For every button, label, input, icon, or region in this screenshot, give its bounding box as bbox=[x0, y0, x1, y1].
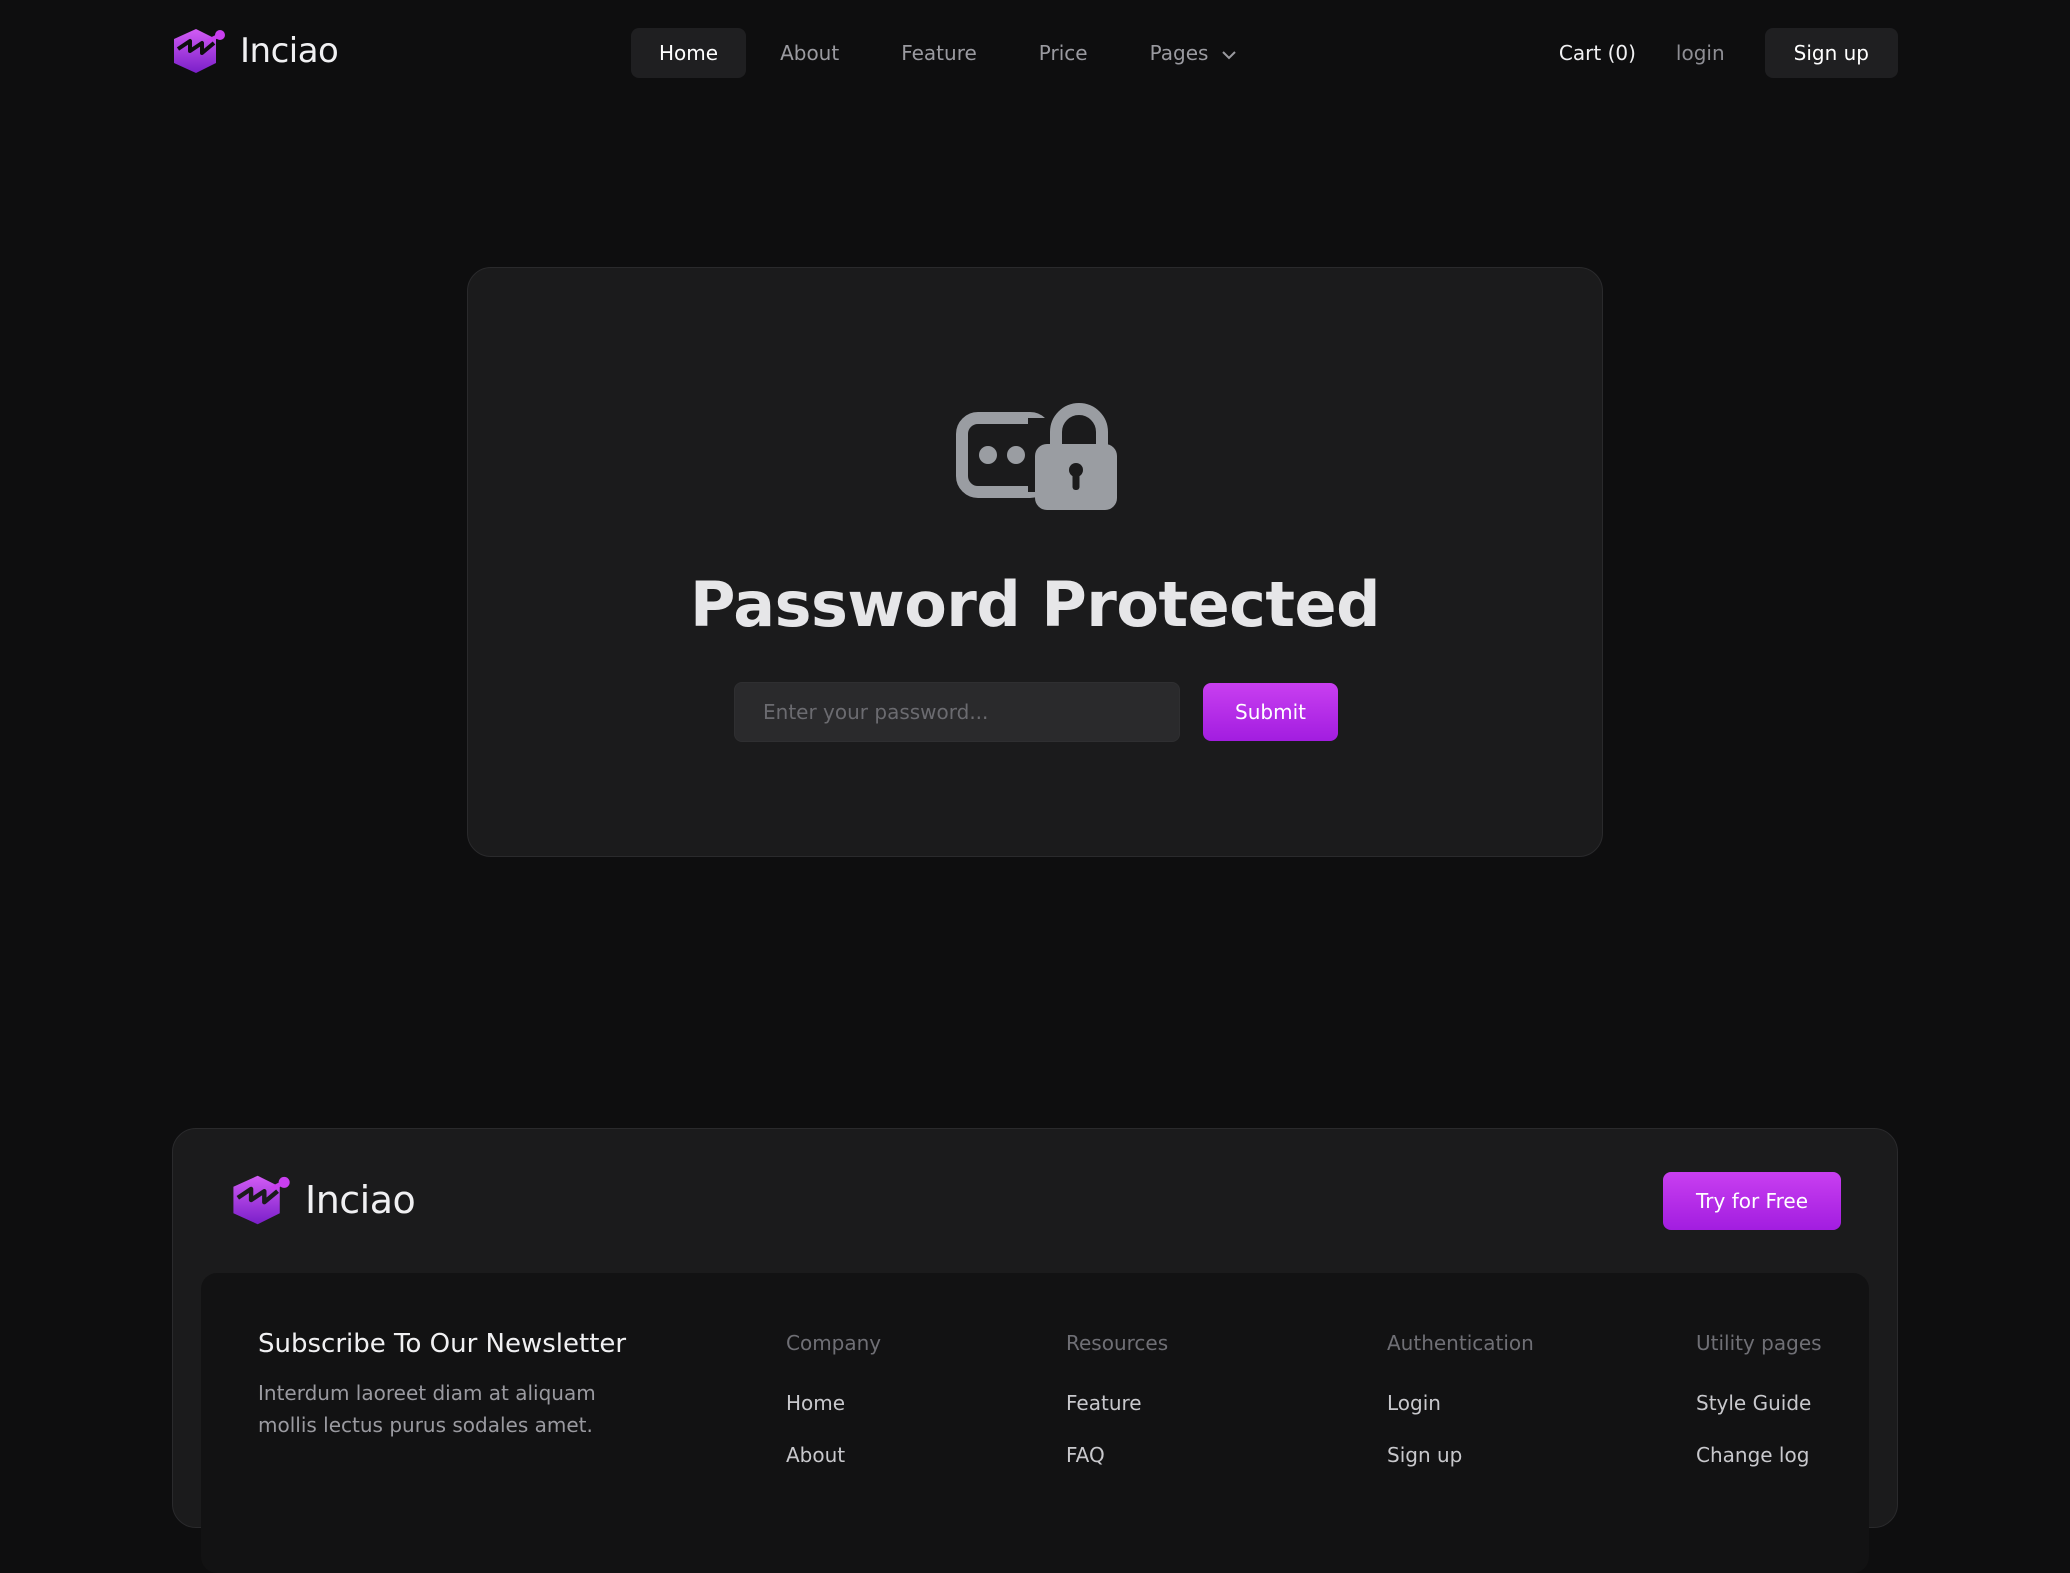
footer-column-company: Company Home About bbox=[786, 1331, 881, 1467]
password-input[interactable] bbox=[734, 682, 1180, 742]
site-footer: Inciao Try for Free Subscribe To Our New… bbox=[172, 1128, 1898, 1573]
footer-link-feature[interactable]: Feature bbox=[1066, 1391, 1168, 1415]
footer-brand-link[interactable]: Inciao bbox=[229, 1173, 416, 1227]
brand-logo-link[interactable]: Inciao bbox=[170, 27, 339, 75]
nav-feature[interactable]: Feature bbox=[873, 28, 1005, 78]
header-actions: Cart (0) login Sign up bbox=[1559, 28, 1898, 78]
footer-link-style-guide[interactable]: Style Guide bbox=[1696, 1391, 1822, 1415]
footer-link-login[interactable]: Login bbox=[1387, 1391, 1534, 1415]
footer-links-panel: Subscribe To Our Newsletter Interdum lao… bbox=[201, 1273, 1869, 1573]
footer-link-signup[interactable]: Sign up bbox=[1387, 1443, 1534, 1467]
inciao-logo-icon bbox=[170, 27, 228, 75]
footer-link-faq[interactable]: FAQ bbox=[1066, 1443, 1168, 1467]
main-nav: Home About Feature Price Pages bbox=[631, 28, 1270, 78]
login-link[interactable]: login bbox=[1676, 41, 1725, 65]
footer-link-about[interactable]: About bbox=[786, 1443, 881, 1467]
footer-column-heading: Utility pages bbox=[1696, 1331, 1822, 1355]
submit-button[interactable]: Submit bbox=[1203, 683, 1338, 741]
site-header: Inciao Home About Feature Price Pages Ca… bbox=[0, 0, 2070, 106]
signup-button[interactable]: Sign up bbox=[1764, 28, 1898, 78]
brand-name: Inciao bbox=[240, 31, 339, 71]
footer-column-authentication: Authentication Login Sign up bbox=[1387, 1331, 1534, 1467]
password-lock-icon bbox=[956, 400, 1120, 516]
footer-column-heading: Authentication bbox=[1387, 1331, 1534, 1355]
footer-link-change-log[interactable]: Change log bbox=[1696, 1443, 1822, 1467]
footer-column-heading: Resources bbox=[1066, 1331, 1169, 1355]
nav-pages-dropdown[interactable]: Pages bbox=[1122, 28, 1265, 78]
try-for-free-button[interactable]: Try for Free bbox=[1663, 1172, 1841, 1230]
nav-price[interactable]: Price bbox=[1011, 28, 1116, 78]
newsletter-title: Subscribe To Our Newsletter bbox=[258, 1329, 627, 1359]
footer-link-home[interactable]: Home bbox=[786, 1391, 881, 1415]
footer-column-utility-pages: Utility pages Style Guide Change log bbox=[1696, 1331, 1822, 1467]
footer-brand-name: Inciao bbox=[305, 1178, 416, 1222]
nav-home[interactable]: Home bbox=[631, 28, 747, 78]
nav-pages-label: Pages bbox=[1149, 41, 1209, 65]
chevron-down-icon bbox=[1222, 41, 1237, 65]
footer-column-heading: Company bbox=[786, 1331, 882, 1355]
footer-column-resources: Resources Feature FAQ bbox=[1066, 1331, 1168, 1467]
cart-link[interactable]: Cart (0) bbox=[1559, 41, 1636, 65]
page-title: Password Protected bbox=[690, 568, 1380, 641]
newsletter-description: Interdum laoreet diam at aliquam mollis … bbox=[258, 1381, 596, 1437]
nav-about[interactable]: About bbox=[752, 28, 867, 78]
inciao-logo-icon bbox=[229, 1173, 293, 1227]
password-card: Password Protected Submit bbox=[467, 267, 1603, 857]
